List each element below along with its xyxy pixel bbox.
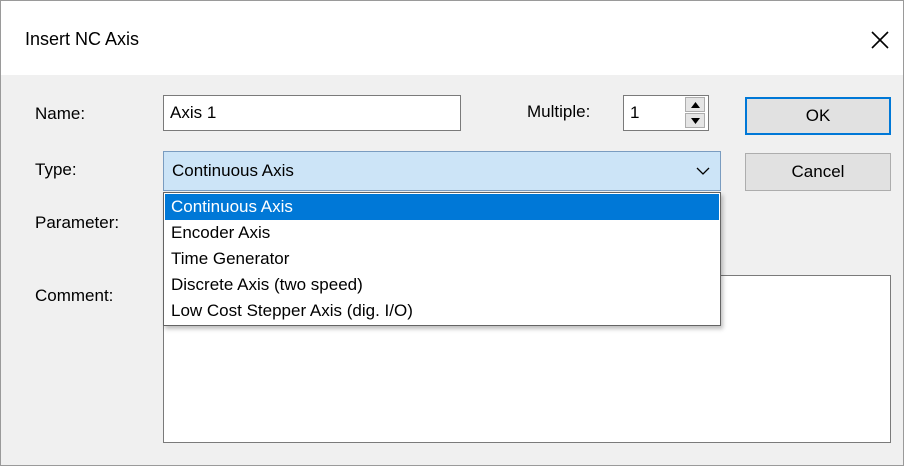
type-selected-value: Continuous Axis [172,161,294,180]
name-label: Name: [35,104,86,123]
type-option-continuous-axis[interactable]: Continuous Axis [165,194,719,220]
cancel-button[interactable]: Cancel [745,153,891,191]
type-label: Type: [35,160,77,179]
name-input[interactable]: Axis 1 [163,95,461,131]
dialog-title: Insert NC Axis [25,29,140,49]
spin-down-button[interactable] [685,113,705,128]
close-icon [871,31,889,49]
multiple-value: 1 [630,103,640,122]
type-option-time-generator[interactable]: Time Generator [165,246,719,272]
parameter-label: Parameter: [35,213,120,232]
type-option-encoder-axis[interactable]: Encoder Axis [165,220,719,246]
type-option-low-cost-stepper-axis[interactable]: Low Cost Stepper Axis (dig. I/O) [165,298,719,324]
type-select[interactable]: Continuous Axis [163,151,721,191]
title-bar: Insert NC Axis [1,1,903,75]
insert-nc-axis-dialog: Insert NC Axis Name: Axis 1 Multiple: 1 … [0,0,904,466]
type-option-discrete-axis[interactable]: Discrete Axis (two speed) [165,272,719,298]
close-button[interactable] [863,23,897,57]
multiple-input[interactable]: 1 [623,95,685,131]
chevron-down-icon [696,167,710,175]
multiple-stepper[interactable] [683,95,709,131]
multiple-label: Multiple: [527,102,591,121]
comment-label: Comment: [35,286,114,305]
name-value: Axis 1 [170,103,217,122]
spin-up-button[interactable] [685,97,705,112]
spin-down-icon [690,117,700,124]
type-dropdown-list: Continuous Axis Encoder Axis Time Genera… [163,192,721,326]
spin-up-icon [690,101,700,108]
ok-button[interactable]: OK [745,97,891,135]
